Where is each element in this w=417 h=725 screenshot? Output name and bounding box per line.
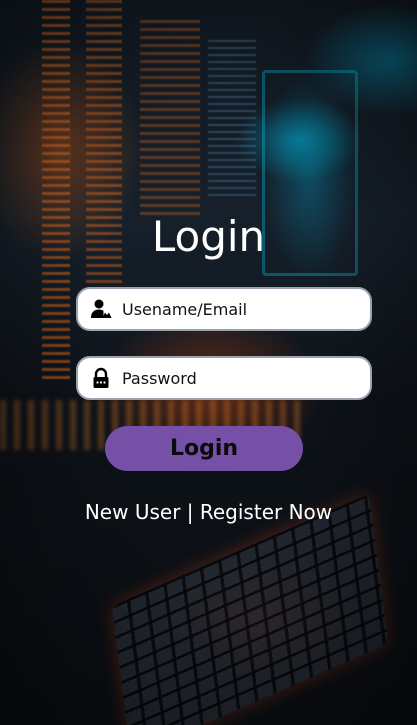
lock-icon <box>90 367 112 389</box>
login-button[interactable]: Login <box>105 426 303 471</box>
separator: | <box>180 500 200 524</box>
page-title: Login <box>151 212 266 261</box>
new-user-text: New User <box>84 500 181 524</box>
login-screen: Login Login New User | Register Now <box>0 0 417 725</box>
register-prompt: New User | Register Now <box>0 500 417 524</box>
username-field[interactable] <box>76 287 372 331</box>
register-now-link[interactable]: Register Now <box>200 500 332 524</box>
password-field[interactable] <box>76 356 372 400</box>
password-input[interactable] <box>122 368 352 388</box>
username-input[interactable] <box>122 299 352 319</box>
user-icon <box>90 298 112 320</box>
